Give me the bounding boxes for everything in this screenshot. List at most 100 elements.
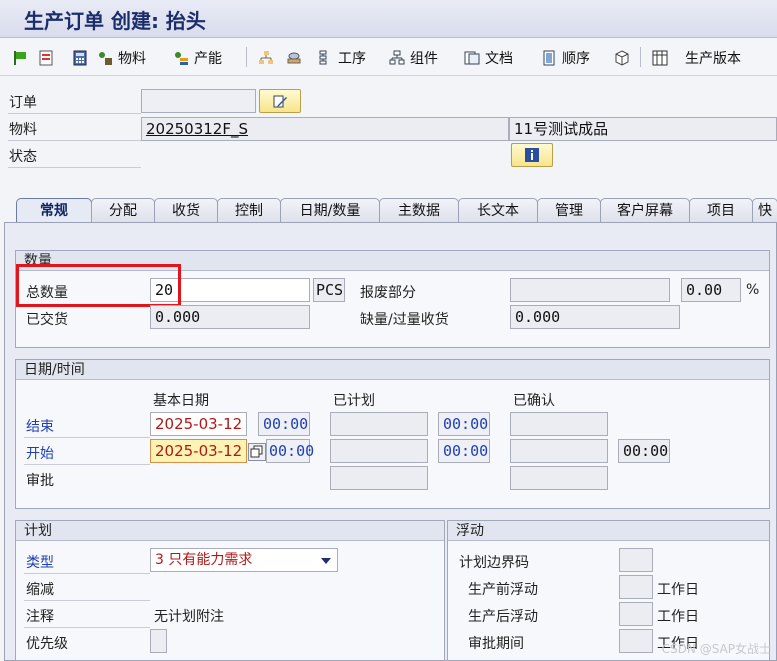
float-before-input [619,575,653,599]
document-icon [464,50,480,66]
material-button[interactable]: 物料 [97,47,146,69]
release-period-input [619,629,653,653]
scheduling-type-select[interactable]: 3 只有能力需求 [150,548,338,572]
production-version-label: 生产版本 [685,51,741,67]
material-input[interactable]: 20250312F_S [141,117,509,141]
col-scheduled: 已计划 [333,393,375,409]
tab-strip: 常规 分配 收货 控制 日期/数量 主数据 长文本 管理 客户屏幕 项目 快 [16,198,777,223]
calculator-icon [72,50,88,66]
float-after-input [619,602,653,626]
sequence-icon [541,50,557,66]
highlight-box [16,264,181,307]
release-scheduled-date [330,466,428,490]
document-label: 文档 [485,51,513,67]
release-confirmed-date [510,466,608,490]
short-over-label: 缺量/过量收货 [360,312,449,328]
release-label: 审批 [26,473,54,489]
copy-icon [250,445,266,461]
priority-input[interactable] [150,629,167,653]
tab-long-text[interactable]: 长文本 [458,198,538,223]
equipment-button[interactable] [286,47,302,69]
flag-icon [12,50,28,66]
priority-label: 优先级 [26,636,68,652]
float-after-label: 生产后浮动 [468,609,538,625]
tab-more[interactable]: 快 [752,198,777,223]
tab-master-data[interactable]: 主数据 [379,198,459,223]
toolbar-separator [640,47,641,67]
start-time-input[interactable]: 00:00 [266,439,314,463]
document-red-icon [38,50,54,66]
short-over-value: 0.000 [510,305,680,329]
scheduling-type-value: 3 只有能力需求 [155,552,253,568]
document-button[interactable]: 文档 [464,47,513,69]
dates-group-title: 日期/时间 [16,360,769,380]
end-label[interactable]: 结束 [26,416,54,436]
sequence-label: 顺序 [562,51,590,67]
delivered-label: 已交货 [26,312,68,328]
note-value: 无计划附注 [154,609,224,625]
planning-group: 计划 [15,520,445,661]
hierarchy-button[interactable] [258,47,274,69]
status-info-button[interactable] [511,143,553,167]
scrap-label: 报废部分 [360,285,416,301]
row-divider [24,573,150,574]
tab-goods-receipt[interactable]: 收货 [154,198,218,223]
watermark: CSDN @SAP女战士 [661,642,771,656]
operation-icon [317,50,333,66]
end-date-input[interactable]: 2025-03-12 [150,412,247,436]
start-label[interactable]: 开始 [26,443,54,463]
start-date-input[interactable]: 2025-03-12 [150,439,247,463]
doc-status-button[interactable] [38,47,54,69]
percent-sign: % [746,282,760,298]
toolbar-separator [246,47,247,67]
production-version-button[interactable]: 生产版本 [652,47,741,69]
row-divider [8,167,141,168]
tab-general[interactable]: 常规 [16,198,92,223]
operation-label: 工序 [338,51,366,67]
title-bar: 生产订单 创建: 抬头 [0,0,777,38]
calendar-button[interactable] [248,443,266,461]
flag-button[interactable] [12,47,28,69]
order-input[interactable] [141,89,256,113]
tab-administration[interactable]: 管理 [537,198,601,223]
end-time-input[interactable]: 00:00 [258,412,310,436]
info-icon [524,147,540,163]
float-before-unit: 工作日 [657,582,699,598]
release-period-label: 审批期间 [468,636,524,652]
calculator-button[interactable] [72,47,88,69]
tab-customer-screen[interactable]: 客户屏幕 [600,198,690,223]
scrap-input[interactable] [510,278,670,302]
row-divider [8,140,141,141]
cube-button[interactable] [614,47,630,69]
reduction-label: 缩减 [26,582,54,598]
component-icon [389,50,405,66]
sched-margin-input[interactable] [619,548,653,572]
component-button[interactable]: 组件 [389,47,438,69]
type-label[interactable]: 类型 [26,552,54,572]
delivered-value: 0.000 [150,305,310,329]
float-after-unit: 工作日 [657,609,699,625]
edit-order-button[interactable] [259,89,301,113]
sequence-button[interactable]: 顺序 [541,47,590,69]
row-divider [24,464,150,465]
equipment-icon [286,50,302,66]
start-scheduled-time: 00:00 [438,439,490,463]
tab-dates-quantities[interactable]: 日期/数量 [280,198,380,223]
unit-field[interactable]: PCS [313,278,345,302]
row-divider [24,627,150,628]
order-label: 订单 [9,95,37,111]
sched-margin-label: 计划边界码 [459,555,529,571]
col-basic-date: 基本日期 [153,393,209,409]
material-label: 物料 [118,51,146,67]
hierarchy-icon [258,50,274,66]
tab-control[interactable]: 控制 [217,198,281,223]
row-divider [24,437,150,438]
tab-assignment[interactable]: 分配 [91,198,155,223]
component-label: 组件 [410,51,438,67]
operation-button[interactable]: 工序 [317,47,366,69]
scrap-percent-input[interactable]: 0.00 [681,278,741,302]
capacity-button[interactable]: 产能 [173,47,222,69]
note-label: 注释 [26,609,54,625]
tab-project[interactable]: 项目 [689,198,753,223]
chevron-down-icon [321,558,331,564]
